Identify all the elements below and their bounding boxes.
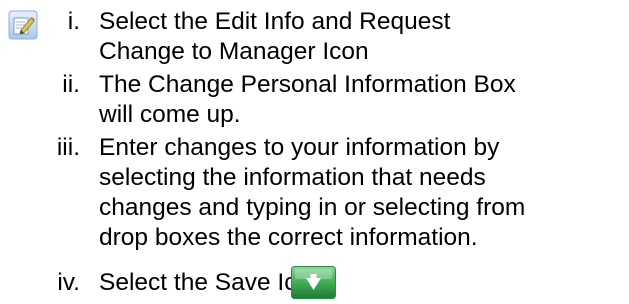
edit-info-icon[interactable] bbox=[8, 10, 38, 40]
step-text: The Change Personal Information Box will… bbox=[99, 70, 624, 130]
step-text: Select the Save Icon bbox=[99, 268, 624, 298]
step-line: Enter changes to your information by bbox=[99, 134, 500, 161]
step-line: selecting the information that needs bbox=[99, 164, 486, 191]
step-number: ii. bbox=[62, 71, 80, 98]
step-text: Enter changes to your information by sel… bbox=[99, 133, 624, 253]
step-line: Select the Save Icon bbox=[99, 269, 324, 296]
step-line: changes and typing in or selecting from bbox=[99, 194, 526, 221]
instruction-document: i. Select the Edit Info and Request Chan… bbox=[0, 0, 629, 302]
save-icon[interactable] bbox=[291, 266, 336, 299]
step-line: The Change Personal Information Box bbox=[99, 71, 516, 98]
step-number: i. bbox=[67, 8, 80, 35]
step-number: iv. bbox=[57, 269, 80, 296]
step-line: will come up. bbox=[99, 101, 241, 128]
step-number: iii. bbox=[56, 134, 80, 161]
step-line: Select the Edit Info and Request bbox=[99, 8, 451, 35]
step-line: drop boxes the correct information. bbox=[99, 224, 478, 251]
step-line: Change to Manager Icon bbox=[99, 38, 369, 65]
step-text: Select the Edit Info and Request Change … bbox=[99, 7, 624, 67]
